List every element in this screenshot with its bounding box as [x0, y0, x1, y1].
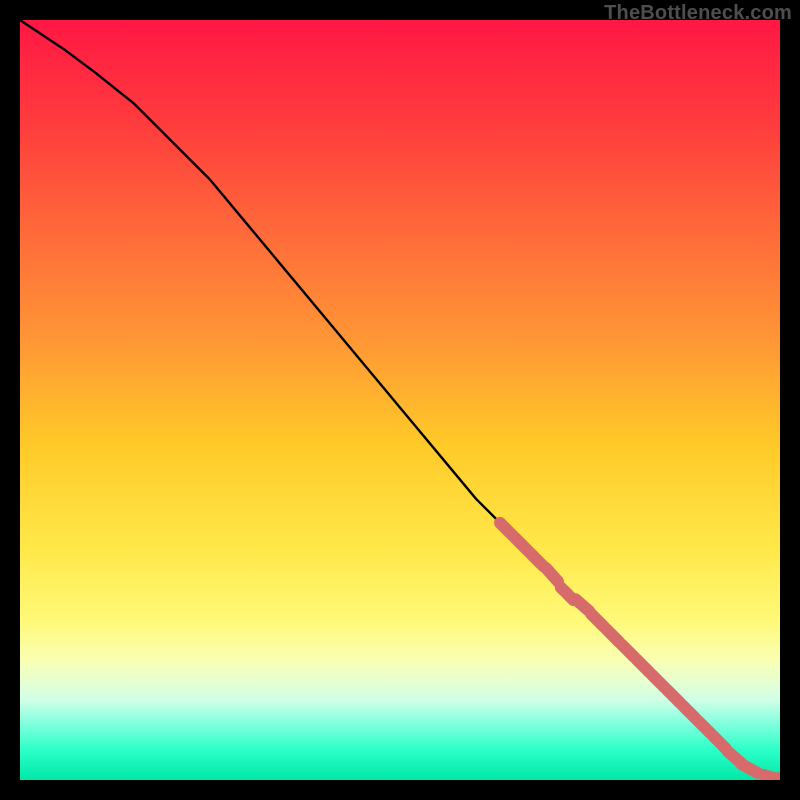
plot-area — [20, 20, 780, 780]
data-marker — [742, 764, 758, 773]
data-marker — [515, 538, 528, 551]
data-marker — [713, 736, 726, 749]
data-marker — [771, 778, 780, 780]
bottleneck-curve — [20, 20, 780, 778]
data-marker — [500, 523, 513, 536]
chart-curve-layer — [20, 20, 780, 780]
data-marker — [546, 568, 558, 581]
data-marker — [667, 690, 680, 703]
data-marker — [591, 614, 604, 627]
data-marker — [606, 629, 619, 642]
data-marker — [682, 705, 695, 718]
data-marker — [576, 599, 590, 611]
watermark-text: TheBottleneck.com — [604, 2, 792, 25]
marker-layer — [500, 523, 780, 780]
data-marker — [637, 660, 650, 673]
data-marker — [530, 553, 543, 566]
data-marker — [698, 720, 711, 733]
data-marker — [652, 675, 665, 688]
stage: TheBottleneck.com — [0, 0, 800, 800]
data-marker — [622, 644, 635, 657]
